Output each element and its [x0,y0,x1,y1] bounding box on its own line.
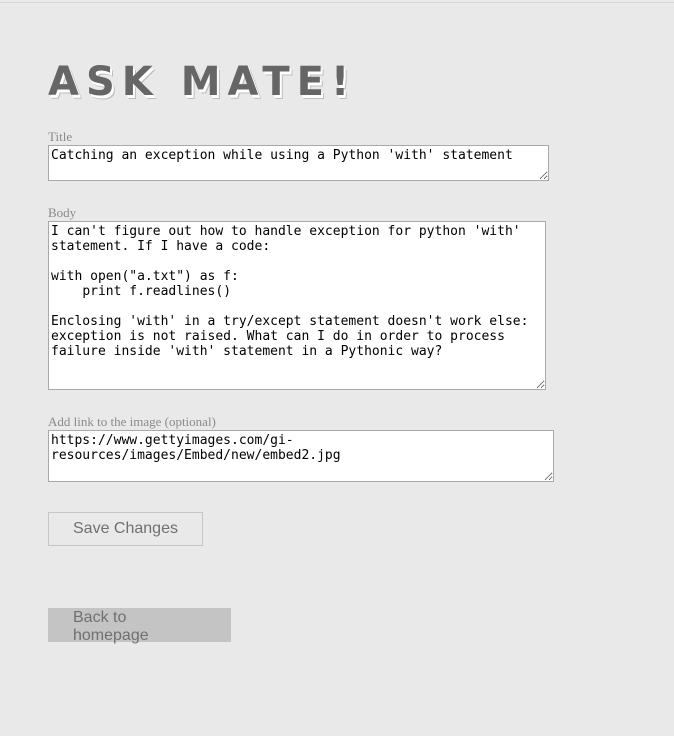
title-label: Title [48,129,73,144]
back-to-homepage-button[interactable]: Back to homepage [48,608,231,644]
title-input[interactable]: Catching an exception while using a Pyth… [48,145,549,181]
body-label: Body [48,205,77,220]
top-divider [0,2,674,3]
site-logo: ASK MATE! [48,59,357,105]
body-textarea[interactable]: I can't figure out how to handle excepti… [48,221,546,390]
image-link-textarea[interactable]: https://www.gettyimages.com/gi-resources… [48,430,554,482]
save-changes-button[interactable]: Save Changes [48,512,203,546]
image-link-label: Add link to the image (optional) [48,414,216,429]
